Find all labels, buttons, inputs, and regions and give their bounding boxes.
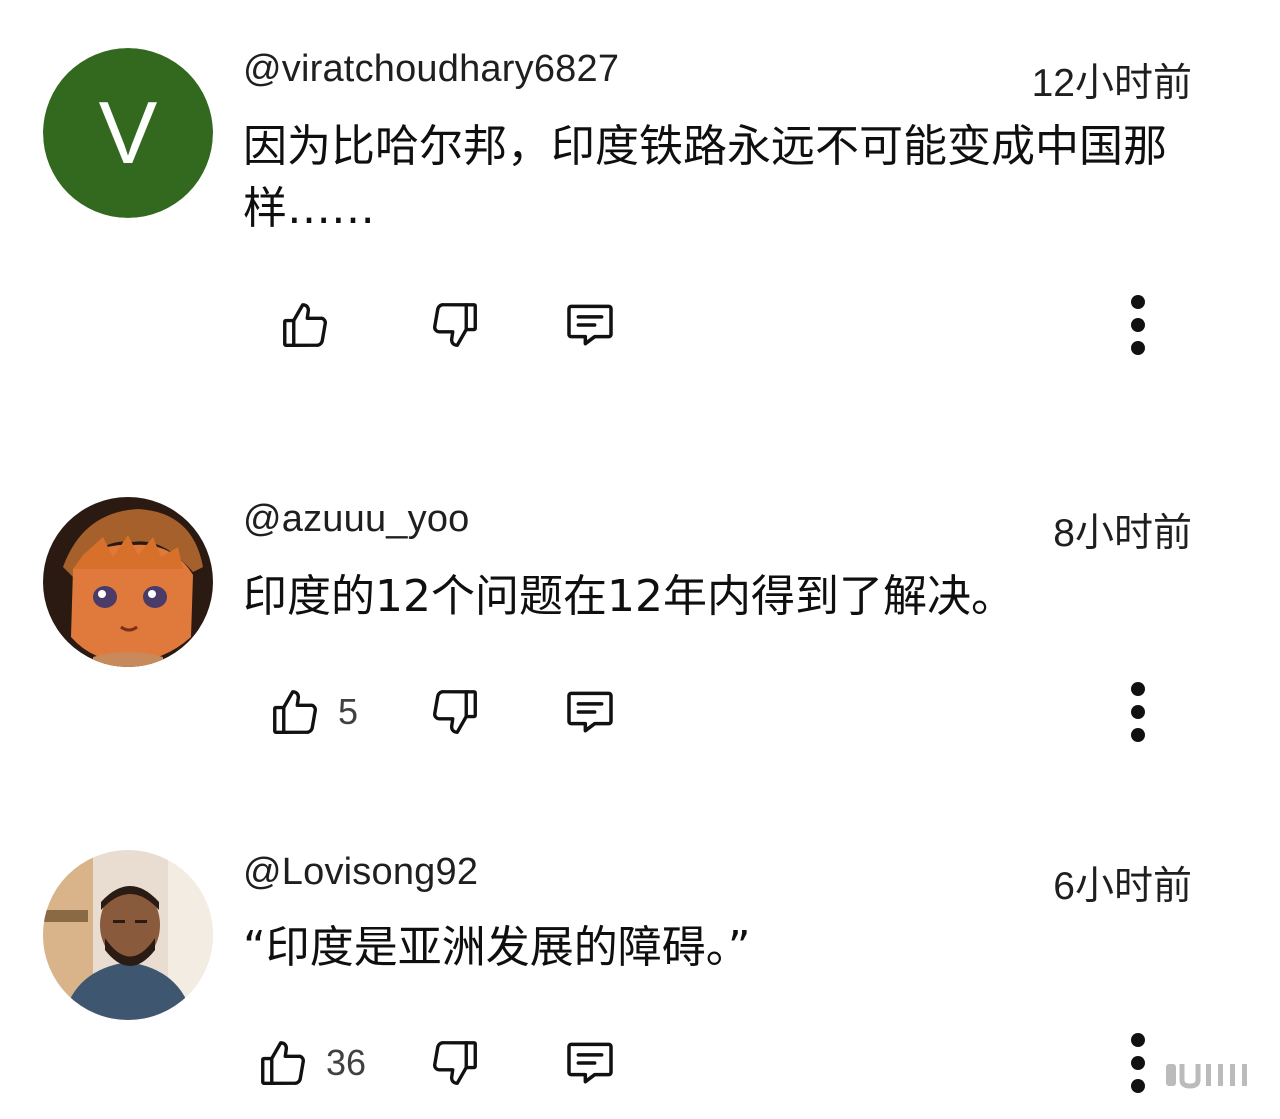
comment-author[interactable]: @viratchoudhary6827 <box>243 48 619 91</box>
avatar[interactable] <box>43 497 213 667</box>
avatar-letter: V <box>43 48 213 218</box>
comment-actions: 5 <box>0 677 1280 747</box>
dislike-button[interactable] <box>428 290 482 360</box>
thumb-down-icon <box>433 690 477 734</box>
comment-time[interactable]: 6小时前 <box>1053 855 1192 911</box>
comment-icon <box>567 691 613 733</box>
dislike-button[interactable] <box>428 1028 482 1098</box>
comment-actions <box>0 290 1280 360</box>
comment-author[interactable]: @Lovisong92 <box>243 851 478 894</box>
thumb-down-icon <box>433 1041 477 1085</box>
comment-text: 因为比哈尔邦，印度铁路永远不可能变成中国那样…… <box>243 121 1167 234</box>
like-button[interactable] <box>278 290 332 360</box>
comment-time[interactable]: 8小时前 <box>1053 502 1192 558</box>
more-vertical-icon <box>1131 682 1145 742</box>
dislike-button[interactable] <box>428 677 482 747</box>
more-options-button[interactable] <box>1118 677 1158 747</box>
like-button[interactable]: 36 <box>256 1028 366 1098</box>
like-button[interactable]: 5 <box>268 677 358 747</box>
comment-icon <box>567 1042 613 1084</box>
reply-button[interactable] <box>562 290 618 360</box>
comment-author[interactable]: @azuuu_yoo <box>243 498 470 541</box>
avatar[interactable] <box>43 850 213 1020</box>
more-options-button[interactable] <box>1118 290 1158 360</box>
thumb-down-icon <box>433 303 477 347</box>
like-count: 5 <box>338 691 359 732</box>
reply-button[interactable] <box>562 677 618 747</box>
more-vertical-icon <box>1131 1033 1145 1093</box>
like-count: 36 <box>326 1042 367 1083</box>
thumb-up-icon <box>283 303 327 347</box>
watermark-logo <box>1160 1048 1260 1098</box>
comment-text: “印度是亚洲发展的障碍。” <box>243 922 751 973</box>
comment-icon <box>567 304 613 346</box>
avatar[interactable]: V <box>43 48 213 218</box>
more-options-button[interactable] <box>1118 1028 1158 1098</box>
comment-actions: 36 <box>0 1028 1280 1098</box>
thumb-up-icon <box>273 690 317 734</box>
anime-avatar-image <box>43 497 213 667</box>
thumb-up-icon <box>261 1041 305 1085</box>
comment-text: 印度的12个问题在12年内得到了解决。 <box>243 571 1015 622</box>
watermark-icon <box>1160 1058 1256 1092</box>
profile-photo-image <box>43 850 213 1020</box>
comment-time[interactable]: 12小时前 <box>1032 52 1192 108</box>
reply-button[interactable] <box>562 1028 618 1098</box>
more-vertical-icon <box>1131 295 1145 355</box>
